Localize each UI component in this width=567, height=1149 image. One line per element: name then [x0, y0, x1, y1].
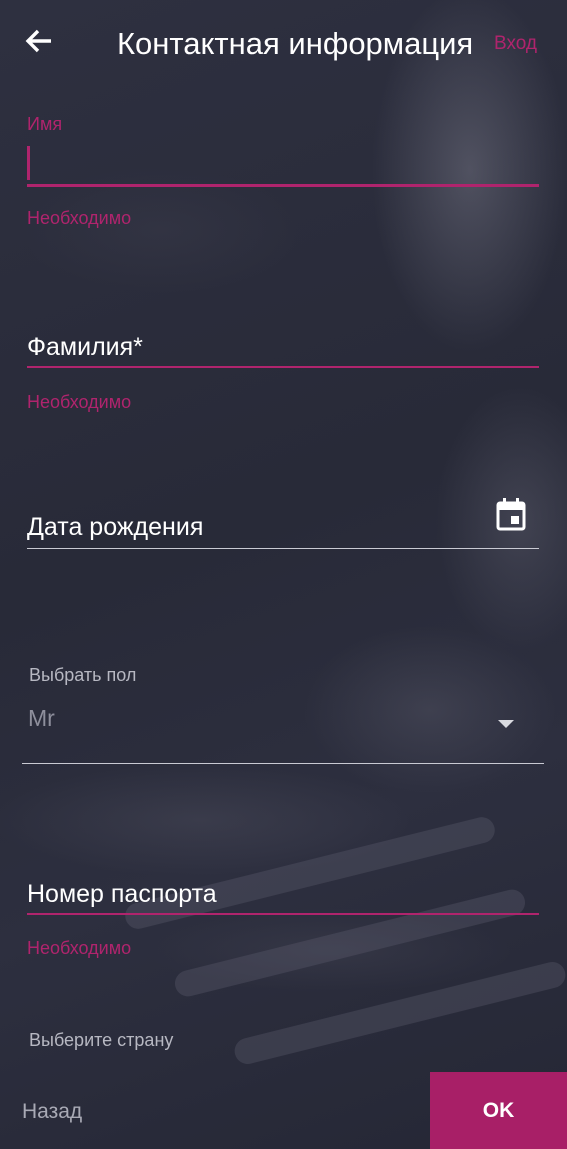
text-caret — [27, 146, 30, 180]
first-name-error: Необходимо — [27, 208, 132, 228]
first-name-label: Имя — [27, 114, 63, 134]
back-arrow-icon[interactable] — [24, 26, 54, 56]
dropdown-arrow-icon[interactable] — [498, 720, 514, 728]
birth-date-placeholder: Дата рождения — [27, 513, 204, 541]
app-header: Контактная информация Вход — [0, 0, 567, 88]
passport-error: Необходимо — [27, 938, 132, 958]
last-name-underline — [27, 366, 539, 368]
gender-label: Выбрать пол — [29, 665, 137, 685]
bottom-bar: Назад OK — [0, 1072, 567, 1149]
gender-underline — [22, 763, 544, 764]
background-shape — [231, 959, 567, 1067]
first-name-field[interactable]: Имя Необходимо — [27, 112, 539, 232]
last-name-field[interactable]: Фамилия* Необходимо — [27, 330, 539, 420]
country-label[interactable]: Выберите страну — [29, 1030, 173, 1051]
last-name-placeholder: Фамилия* — [27, 333, 143, 361]
last-name-error: Необходимо — [27, 392, 132, 412]
gender-value: Mr — [28, 705, 55, 731]
calendar-icon[interactable] — [496, 497, 526, 531]
login-link[interactable]: Вход — [494, 33, 537, 55]
page-title: Контактная информация — [117, 26, 474, 61]
first-name-underline — [27, 184, 539, 187]
gender-select[interactable] — [22, 695, 544, 765]
back-button[interactable]: Назад — [22, 1100, 82, 1124]
passport-underline — [27, 913, 539, 915]
passport-placeholder: Номер паспорта — [27, 880, 217, 908]
ok-button[interactable]: OK — [430, 1072, 567, 1149]
birth-date-field[interactable]: Дата рождения — [27, 510, 539, 552]
birth-date-underline — [27, 548, 539, 549]
passport-field[interactable]: Номер паспорта Необходимо — [27, 876, 539, 966]
ok-button-label: OK — [482, 1098, 515, 1122]
